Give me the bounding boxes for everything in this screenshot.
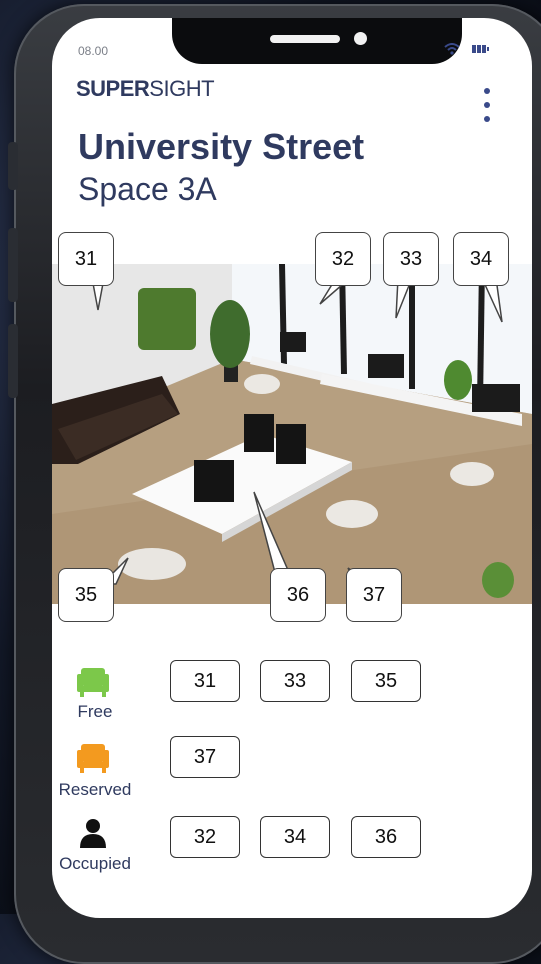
person-icon xyxy=(80,819,106,848)
desk-number: 37 xyxy=(346,568,402,622)
desk-number: 31 xyxy=(58,232,114,286)
desk-callout-35[interactable]: 35 xyxy=(58,568,114,622)
desk-number: 34 xyxy=(453,232,509,286)
logo-light-text: SIGHT xyxy=(149,76,215,101)
desk-chip-36[interactable]: 36 xyxy=(351,816,421,858)
phone-notch xyxy=(172,18,462,64)
phone-side-button xyxy=(8,228,18,302)
desk-callout-37[interactable]: 37 xyxy=(346,568,402,622)
status-time: 08.00 xyxy=(78,44,109,58)
desk-callout-33[interactable]: 33 xyxy=(383,232,439,286)
desk-number: 36 xyxy=(270,568,326,622)
armchair-icon xyxy=(77,668,109,697)
desk-callout-34[interactable]: 34 xyxy=(453,232,509,286)
desk-chip-32[interactable]: 32 xyxy=(170,816,240,858)
logo-bold-text: SUPER xyxy=(76,76,150,101)
office-floor-photo[interactable] xyxy=(52,264,532,604)
legend-label-free: Free xyxy=(77,702,113,721)
phone-side-button xyxy=(8,324,18,398)
desk-number: 35 xyxy=(58,568,114,622)
app-logo: SUPERSIGHT xyxy=(76,76,215,102)
desk-callout-36[interactable]: 36 xyxy=(270,568,326,622)
desk-chip-34[interactable]: 34 xyxy=(260,816,330,858)
more-options-icon[interactable] xyxy=(480,88,494,122)
page-subtitle: Space 3A xyxy=(78,171,217,207)
desk-number: 32 xyxy=(315,232,371,286)
phone-screen: 08.00 SUPERSIGHT University Street Space… xyxy=(52,18,532,918)
page-title: University Street xyxy=(78,126,365,167)
desk-chip-33[interactable]: 33 xyxy=(260,660,330,702)
legend-label-occupied: Occupied xyxy=(59,854,131,873)
wifi-icon xyxy=(444,43,460,55)
status-icons xyxy=(444,43,492,55)
battery-icon xyxy=(472,45,489,53)
front-camera xyxy=(354,32,367,45)
desk-chip-35[interactable]: 35 xyxy=(351,660,421,702)
desk-chip-31[interactable]: 31 xyxy=(170,660,240,702)
desk-chip-37[interactable]: 37 xyxy=(170,736,240,778)
desk-callout-32[interactable]: 32 xyxy=(315,232,371,286)
speaker-grille xyxy=(270,35,340,43)
armchair-icon xyxy=(77,744,109,773)
phone-side-button xyxy=(8,142,18,190)
legend-label-reserved: Reserved xyxy=(58,780,132,799)
desk-callout-31[interactable]: 31 xyxy=(58,232,114,286)
desk-number: 33 xyxy=(383,232,439,286)
